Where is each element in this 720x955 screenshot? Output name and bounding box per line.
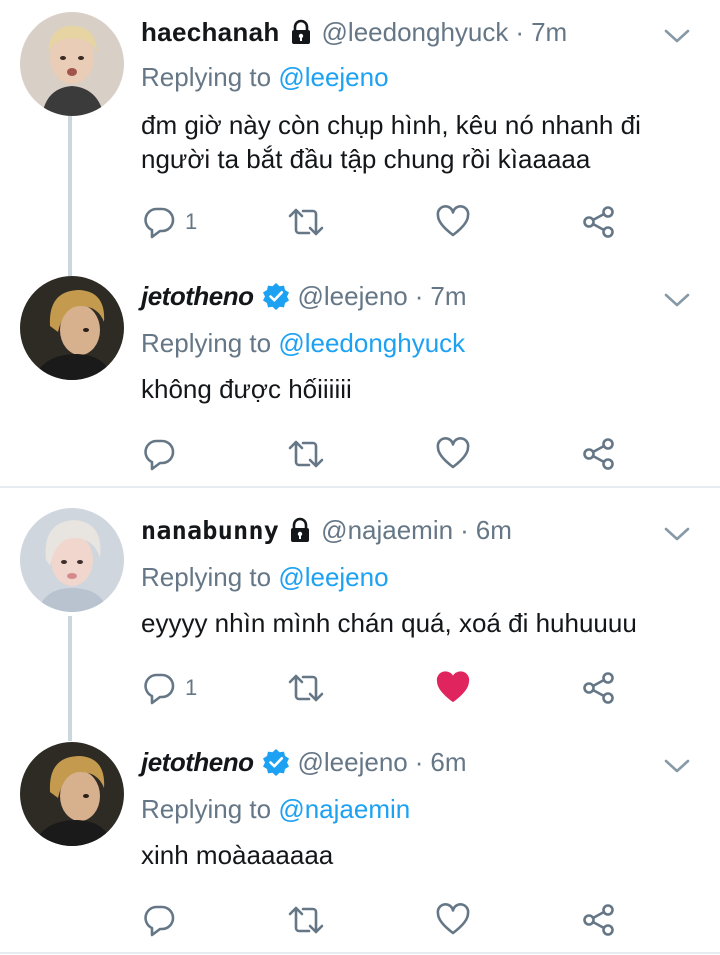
tweet-text-line: eyyyy nhìn mình chán quá, xoá đi huhuuuu (141, 608, 637, 638)
timestamp[interactable]: 6m (476, 515, 512, 546)
like-button[interactable] (435, 436, 471, 472)
retweet-icon (288, 440, 324, 468)
tweet-text-line: xinh moàaaaaaa (141, 840, 334, 870)
handle[interactable]: @najaemin (321, 515, 453, 546)
heart-icon (436, 437, 470, 469)
replying-to: Replying to @leejeno (141, 62, 389, 93)
reply-icon (144, 905, 175, 937)
handle[interactable]: @leedonghyuck (322, 17, 509, 48)
tweet[interactable]: haechanah @leedonghyuck · 7m Replying to… (0, 0, 720, 262)
tweet-actions: 1 (141, 670, 701, 706)
reply-button[interactable] (141, 902, 185, 938)
replying-to: Replying to @leejeno (141, 562, 389, 593)
display-name[interactable]: jetotheno (141, 281, 254, 312)
replying-to-label: Replying to (141, 562, 272, 592)
bottom-divider (0, 952, 720, 954)
like-button[interactable] (435, 670, 471, 706)
tweet[interactable]: jetotheno @leejeno · 6m Replying to @naj… (0, 728, 720, 952)
reply-button[interactable]: 1 (141, 670, 197, 706)
display-name[interactable]: haechanah (141, 17, 280, 48)
tweet-actions: 1 (141, 204, 701, 240)
tweet-text: xinh moàaaaaaa (141, 838, 701, 872)
retweet-icon (288, 674, 324, 702)
tweet-text-line: người ta bắt đầu tập chung rồi kìaaaaa (141, 144, 591, 174)
replying-to-label: Replying to (141, 794, 272, 824)
chevron-down-icon[interactable] (662, 290, 692, 310)
reply-button[interactable] (141, 436, 185, 472)
timestamp[interactable]: 7m (531, 17, 567, 48)
mention-link[interactable]: @leedonghyuck (278, 328, 465, 358)
like-button[interactable] (435, 902, 471, 938)
tweet-header: nanabunny @najaemin · 6m (141, 510, 512, 550)
share-icon (583, 672, 614, 704)
tweet-text-line: đm giờ này còn chụp hình, kêu nó nhanh đ… (141, 110, 641, 140)
verified-icon (262, 748, 290, 776)
tweet-actions (141, 902, 701, 938)
separator: · (460, 514, 469, 545)
share-icon (583, 904, 614, 936)
tweet-header: jetotheno @leejeno · 6m (141, 742, 467, 782)
tweet-text-line: không được hốiiiiii (141, 374, 352, 404)
retweet-button[interactable] (287, 204, 325, 240)
avatar[interactable] (20, 508, 124, 612)
heart-icon (436, 903, 470, 935)
timestamp[interactable]: 6m (430, 747, 466, 778)
tweet-text: đm giờ này còn chụp hình, kêu nó nhanh đ… (141, 108, 701, 176)
tweet[interactable]: jetotheno @leejeno · 7m Replying to @lee… (0, 262, 720, 486)
reply-icon (144, 207, 175, 239)
mention-link[interactable]: @leejeno (278, 62, 388, 92)
replying-to-label: Replying to (141, 62, 272, 92)
display-name[interactable]: nanabunny (141, 516, 279, 545)
display-name[interactable]: jetotheno (141, 747, 254, 778)
lock-icon (288, 19, 314, 45)
heart-icon (436, 205, 470, 237)
chevron-down-icon[interactable] (662, 524, 692, 544)
like-button[interactable] (435, 204, 471, 240)
share-icon (583, 206, 614, 238)
reply-icon (144, 673, 175, 705)
replying-to: Replying to @leedonghyuck (141, 328, 465, 359)
share-button[interactable] (581, 670, 617, 706)
mention-link[interactable]: @leejeno (278, 562, 388, 592)
separator: · (515, 16, 525, 47)
share-button[interactable] (581, 902, 617, 938)
retweet-icon (288, 906, 324, 934)
tweet[interactable]: nanabunny @najaemin · 6m Replying to @le… (0, 488, 720, 728)
reply-count: 1 (185, 209, 198, 234)
timestamp[interactable]: 7m (430, 281, 466, 312)
retweet-button[interactable] (287, 670, 325, 706)
heart-filled-icon (436, 671, 470, 702)
separator: · (414, 746, 424, 777)
tweet-header: haechanah @leedonghyuck · 7m (141, 12, 567, 52)
avatar[interactable] (20, 12, 124, 116)
replying-to: Replying to @najaemin (141, 794, 410, 825)
mention-link[interactable]: @najaemin (278, 794, 410, 824)
lock-icon (287, 517, 313, 543)
tweet-actions (141, 436, 701, 472)
retweet-button[interactable] (287, 902, 325, 938)
chevron-down-icon[interactable] (662, 26, 692, 46)
share-button[interactable] (581, 204, 617, 240)
retweet-icon (288, 208, 324, 236)
avatar[interactable] (20, 742, 124, 846)
handle[interactable]: @leejeno (298, 747, 408, 778)
verified-icon (262, 282, 290, 310)
handle[interactable]: @leejeno (298, 281, 408, 312)
tweet-header: jetotheno @leejeno · 7m (141, 276, 467, 316)
avatar[interactable] (20, 276, 124, 380)
reply-count: 1 (185, 675, 198, 700)
share-icon (583, 438, 614, 470)
separator: · (414, 280, 424, 311)
replying-to-label: Replying to (141, 328, 272, 358)
reply-button[interactable]: 1 (141, 204, 197, 240)
tweet-text: eyyyy nhìn mình chán quá, xoá đi huhuuuu (141, 606, 701, 640)
tweet-text: không được hốiiiiii (141, 372, 701, 406)
share-button[interactable] (581, 436, 617, 472)
chevron-down-icon[interactable] (662, 756, 692, 776)
reply-icon (144, 439, 175, 471)
retweet-button[interactable] (287, 436, 325, 472)
